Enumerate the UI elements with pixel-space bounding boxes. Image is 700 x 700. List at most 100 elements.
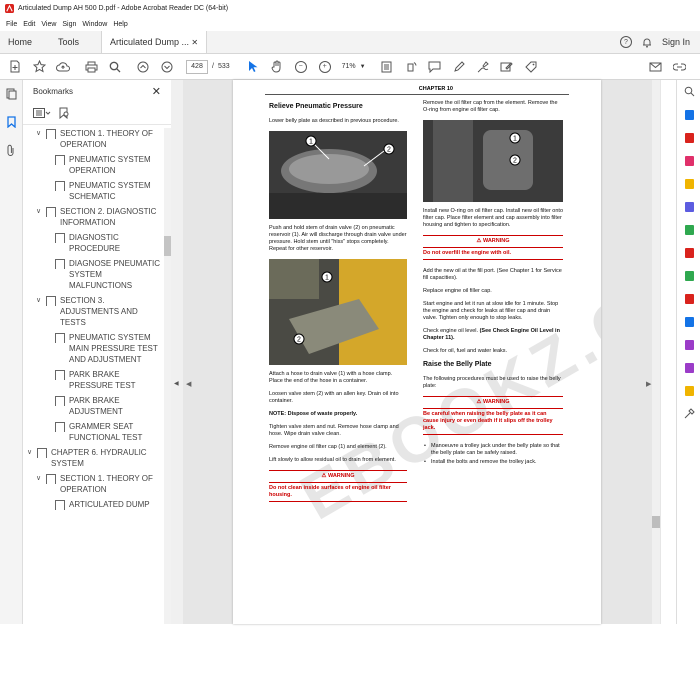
tab-document[interactable]: Articulated Dump ... ✕ (101, 31, 208, 53)
send-for-comments-icon[interactable] (677, 379, 700, 402)
zoom-tool-icon[interactable] (677, 80, 700, 103)
bookmark-item[interactable]: ∨ SECTION 1. THEORY OF OPERATION (23, 473, 163, 495)
edit-pdf-icon[interactable] (677, 149, 700, 172)
fill-sign-icon[interactable] (677, 287, 700, 310)
next-page-arrow-icon[interactable]: ▶ (646, 380, 651, 388)
document-scrollbar[interactable] (652, 80, 660, 624)
bookmark-icon (55, 259, 65, 269)
bookmark-item[interactable]: PARK BRAKE ADJUSTMENT (23, 395, 163, 417)
request-signature-icon[interactable] (677, 333, 700, 356)
heading-raise-belly-plate: Raise the Belly Plate (423, 361, 492, 368)
menu-help[interactable]: Help (113, 21, 127, 28)
menu-view[interactable]: View (41, 21, 56, 28)
bookmark-item[interactable]: PNEUMATIC SYSTEM MAIN PRESSURE TEST AND … (23, 332, 163, 365)
create-pdf-tool-icon[interactable] (677, 126, 700, 149)
bookmark-item[interactable]: DIAGNOSE PNEUMATIC SYSTEM MALFUNCTIONS (23, 258, 163, 291)
bookmark-item[interactable]: ∨ SECTION 2. DIAGNOSTIC INFORMATION (23, 206, 163, 228)
close-tab-icon[interactable]: ✕ (191, 38, 198, 47)
fit-page-icon[interactable] (378, 58, 396, 76)
options-menu-icon[interactable] (33, 108, 51, 118)
select-cursor-icon[interactable] (244, 58, 262, 76)
protect-icon[interactable] (677, 310, 700, 333)
sign-in-button[interactable]: Sign In (662, 37, 690, 47)
bookmark-item[interactable]: ARTICULATED DUMP (23, 499, 163, 510)
menu-edit[interactable]: Edit (23, 21, 35, 28)
chevron-down-icon[interactable] (45, 499, 53, 510)
chevron-down-icon[interactable]: ∨ (36, 206, 44, 228)
bookmark-scrollbar[interactable] (164, 128, 171, 624)
sign-icon[interactable] (498, 58, 516, 76)
prepare-form-icon[interactable] (677, 356, 700, 379)
rotate-icon[interactable] (402, 58, 420, 76)
attachment-icon[interactable] (0, 136, 22, 164)
document-viewport[interactable]: EBOOKZ.COM CHAPTER 10 Relieve Pneumatic … (183, 80, 661, 624)
page-down-icon[interactable] (158, 58, 176, 76)
close-panel-icon[interactable]: ✕ (152, 85, 161, 98)
document-scroll-thumb[interactable] (652, 516, 660, 528)
bookmark-item[interactable]: ∨ SECTION 1. THEORY OF OPERATION (23, 128, 163, 150)
page-up-icon[interactable] (134, 58, 152, 76)
zoom-out-icon[interactable]: − (292, 58, 310, 76)
bookmark-item[interactable]: GRAMMER SEAT FUNCTIONAL TEST (23, 421, 163, 443)
bookmark-item[interactable]: DIAGNOSTIC PROCEDURE (23, 232, 163, 254)
toolbar: 428 / 533 − + 71% ▼ (0, 54, 700, 80)
tag-icon[interactable] (522, 58, 540, 76)
chevron-down-icon[interactable] (45, 232, 53, 254)
right-warning-1-title: ⚠ WARNING (423, 236, 563, 248)
more-tools-icon[interactable] (677, 402, 700, 425)
bookmark-item[interactable]: ∨ SECTION 3. ADJUSTMENTS AND TESTS (23, 295, 163, 328)
tab-home[interactable]: Home (0, 31, 40, 53)
bookmark-item[interactable]: PNEUMATIC SYSTEM SCHEMATIC (23, 180, 163, 202)
zoom-select[interactable]: 71% ▼ (342, 63, 366, 70)
chevron-down-icon[interactable]: ∨ (27, 447, 35, 469)
menu-window[interactable]: Window (82, 21, 107, 28)
chevron-down-icon[interactable] (45, 421, 53, 443)
bookmark-item[interactable]: PNEUMATIC SYSTEM OPERATION (23, 154, 163, 176)
highlight-pen-icon[interactable] (450, 58, 468, 76)
compress-pdf-icon[interactable] (677, 241, 700, 264)
comment-icon[interactable] (426, 58, 444, 76)
print-icon[interactable] (82, 58, 100, 76)
panel-collapse-handle[interactable]: ◀ (171, 80, 183, 624)
chevron-down-icon[interactable] (45, 180, 53, 202)
tab-tools[interactable]: Tools (50, 31, 87, 53)
zoom-in-icon[interactable]: + (316, 58, 334, 76)
chevron-down-icon[interactable]: ∨ (36, 473, 44, 495)
chevron-down-icon[interactable]: ∨ (36, 128, 44, 150)
search-icon[interactable] (106, 58, 124, 76)
page-number-input[interactable]: 428 (186, 59, 208, 74)
scan-ocr-icon[interactable] (677, 264, 700, 287)
create-pdf-icon[interactable] (6, 58, 24, 76)
bookmark-scroll-thumb[interactable] (164, 236, 171, 256)
comment-tool-icon[interactable] (677, 172, 700, 195)
draw-icon[interactable] (474, 58, 492, 76)
chevron-down-icon[interactable] (45, 154, 53, 176)
bookmark-label: DIAGNOSTIC PROCEDURE (69, 233, 121, 253)
bookmark-item[interactable]: PARK BRAKE PRESSURE TEST (23, 369, 163, 391)
prev-page-arrow-icon[interactable]: ◀ (186, 380, 191, 388)
cloud-upload-icon[interactable] (54, 58, 72, 76)
chevron-down-icon[interactable]: ∨ (36, 295, 44, 328)
hand-tool-icon[interactable] (268, 58, 286, 76)
page-thumbnails-icon[interactable] (0, 80, 22, 108)
share-link-icon[interactable] (670, 58, 688, 76)
combine-files-icon[interactable] (677, 195, 700, 218)
organize-pages-icon[interactable] (677, 218, 700, 241)
heading-relieve-pressure: Relieve Pneumatic Pressure (269, 103, 363, 110)
search-bookmark-icon[interactable] (59, 107, 70, 119)
help-icon[interactable]: ? (619, 36, 632, 48)
chevron-down-icon[interactable] (45, 258, 53, 291)
chevron-down-icon[interactable] (45, 395, 53, 417)
chevron-down-icon[interactable] (45, 332, 53, 365)
export-pdf-icon[interactable] (677, 103, 700, 126)
menu-sign[interactable]: Sign (62, 21, 76, 28)
bookmark-label: SECTION 1. THEORY OF OPERATION (60, 474, 153, 494)
chevron-down-icon[interactable] (45, 369, 53, 391)
mail-icon[interactable] (646, 58, 664, 76)
bookmark-panel-icon[interactable] (0, 108, 22, 136)
collapse-left-icon[interactable]: ◀ (174, 380, 179, 387)
menu-file[interactable]: File (6, 21, 17, 28)
star-icon[interactable] (30, 58, 48, 76)
bookmark-item[interactable]: ∨ CHAPTER 6. HYDRAULIC SYSTEM (23, 447, 163, 469)
bell-icon[interactable] (642, 37, 652, 48)
